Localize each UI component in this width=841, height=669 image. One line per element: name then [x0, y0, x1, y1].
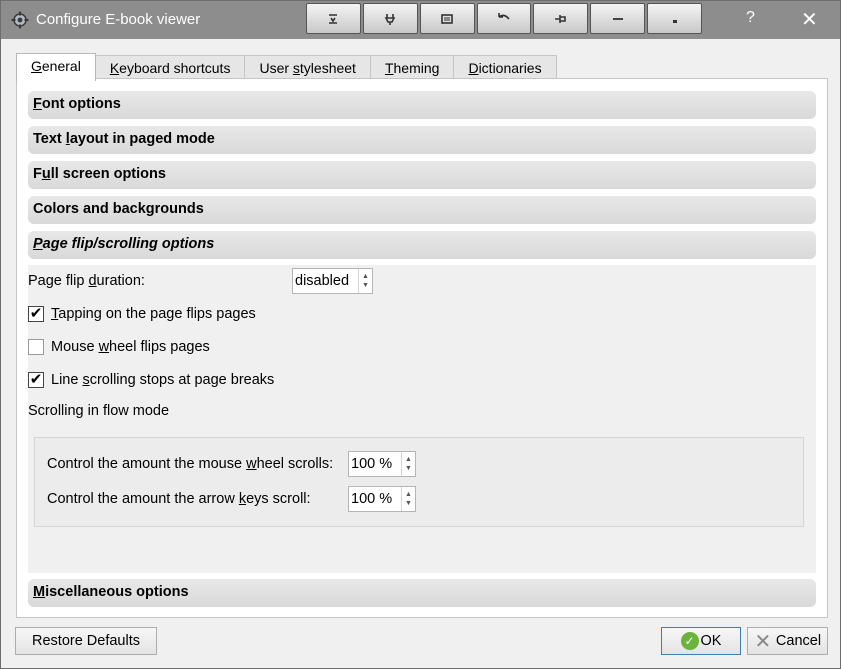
plug-icon[interactable] [362, 3, 418, 34]
frame-icon[interactable] [419, 3, 475, 34]
app-gear-icon [11, 11, 29, 29]
minimize-icon[interactable] [590, 3, 646, 34]
tab-bar: General Keyboard shortcuts User styleshe… [16, 53, 557, 81]
arrow-keys-scroll-value: 100 % [351, 491, 393, 507]
ok-button[interactable]: ✓ OK [661, 627, 741, 655]
mouse-wheel-scroll-label: Control the amount the mouse wheel scrol… [47, 456, 334, 472]
config-dialog: Configure E-book viewer ? ✕ General Keyb… [0, 0, 841, 669]
pin-icon[interactable] [533, 3, 589, 34]
download-icon[interactable] [306, 3, 361, 34]
wheel-flip-label[interactable]: Mouse wheel flips pages [51, 339, 210, 355]
tab-general[interactable]: General [16, 53, 96, 81]
page-flip-duration-value: disabled [295, 273, 350, 289]
wheel-flip-checkbox[interactable] [28, 339, 44, 355]
section-full-screen-options[interactable]: Full screen options [28, 161, 816, 189]
window-title: Configure E-book viewer [36, 11, 201, 28]
spin-arrows-icon[interactable]: ▲ ▼ [358, 269, 372, 293]
arrow-keys-scroll-spinbox[interactable]: 100 % ▲ ▼ [348, 486, 416, 512]
undo-icon[interactable] [476, 3, 532, 34]
restore-defaults-label: Restore Defaults [32, 633, 140, 649]
restore-icon[interactable] [647, 3, 703, 34]
mouse-wheel-scroll-value: 100 % [351, 456, 393, 472]
restore-defaults-button[interactable]: Restore Defaults [15, 627, 157, 655]
spin-arrows-icon[interactable]: ▲ ▼ [401, 452, 415, 476]
section-miscellaneous-options[interactable]: Miscellaneous options [28, 579, 816, 607]
spin-arrows-icon[interactable]: ▲ ▼ [401, 487, 415, 511]
scrolling-flow-group: Control the amount the mouse wheel scrol… [34, 437, 804, 527]
line-scroll-label[interactable]: Line scrolling stops at page breaks [51, 372, 274, 388]
page-flip-duration-spinbox[interactable]: disabled ▲ ▼ [292, 268, 373, 294]
ok-label: OK [700, 633, 722, 649]
title-toolbar [306, 3, 704, 36]
cancel-label: Cancel [775, 633, 822, 649]
ok-check-icon: ✓ [680, 632, 699, 650]
mouse-wheel-scroll-spinbox[interactable]: 100 % ▲ ▼ [348, 451, 416, 477]
page-flip-duration-label: Page flip duration: [28, 273, 145, 289]
cancel-x-icon: ✕ [754, 629, 772, 653]
section-font-options[interactable]: Font options [28, 91, 816, 119]
tap-flip-label[interactable]: Tapping on the page flips pages [51, 306, 256, 322]
section-page-flip-scrolling[interactable]: Page flip/scrolling options [28, 231, 816, 259]
tap-flip-checkbox[interactable]: ✔ [28, 306, 44, 322]
close-button[interactable]: ✕ [801, 7, 818, 31]
help-button[interactable]: ? [746, 9, 755, 27]
cancel-button[interactable]: ✕ Cancel [747, 627, 828, 655]
title-bar[interactable]: Configure E-book viewer ? ✕ [1, 1, 840, 39]
line-scroll-checkbox[interactable]: ✔ [28, 372, 44, 388]
scrolling-flow-heading: Scrolling in flow mode [28, 403, 170, 419]
section-text-layout[interactable]: Text layout in paged mode [28, 126, 816, 154]
general-panel: Font options Text layout in paged mode F… [16, 78, 828, 618]
arrow-keys-scroll-label: Control the amount the arrow keys scroll… [47, 491, 311, 507]
section-colors-backgrounds[interactable]: Colors and backgrounds [28, 196, 816, 224]
